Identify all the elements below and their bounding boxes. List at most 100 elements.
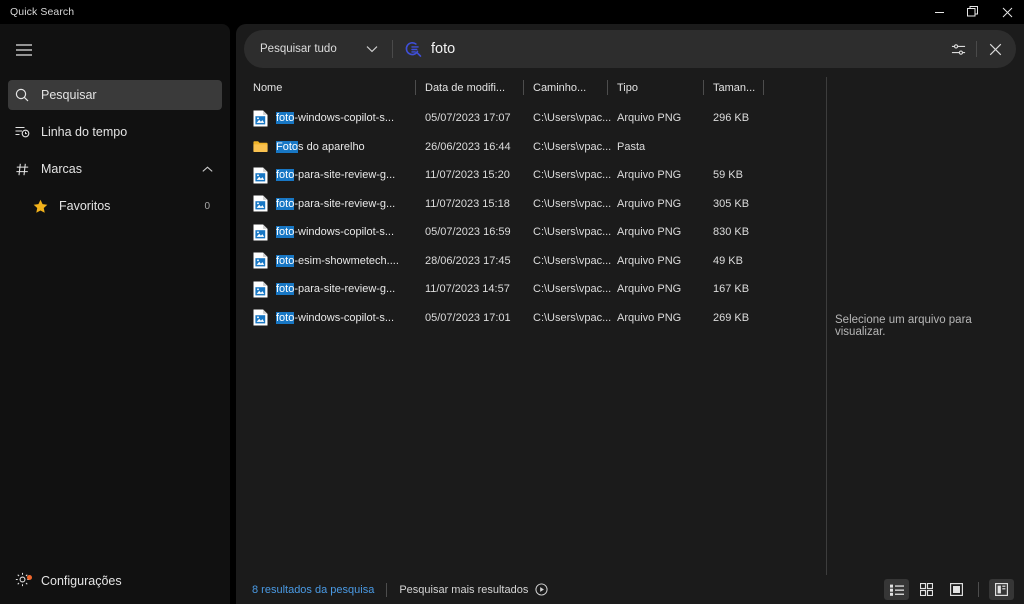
column-header-data[interactable]: Data de modifi...	[416, 77, 524, 98]
folder-icon	[253, 138, 268, 155]
sidebar-item-favoritos[interactable]: Favoritos 0	[8, 191, 222, 221]
close-button[interactable]	[990, 0, 1024, 24]
cell-caminho: C:\Users\vpac...	[524, 226, 608, 238]
image-file-icon	[253, 224, 268, 241]
minimize-button[interactable]	[922, 0, 956, 24]
cell-nome: foto-windows-copilot-s...	[244, 309, 416, 326]
cell-tipo: Arquivo PNG	[608, 226, 704, 238]
file-name: foto-para-site-review-g...	[276, 283, 395, 295]
cell-tipo: Arquivo PNG	[608, 169, 704, 181]
search-scope-dropdown[interactable]: Pesquisar tudo	[244, 30, 392, 68]
cell-nome: Fotos do aparelho	[244, 138, 416, 155]
cell-tamanho: 830 KB	[704, 226, 764, 238]
table-row[interactable]: foto-para-site-review-g...11/07/2023 15:…	[244, 161, 816, 190]
preview-pane-view-button[interactable]	[989, 579, 1014, 600]
divider	[978, 582, 979, 597]
preview-pane: Selecione um arquivo para visualizar.	[835, 77, 1016, 575]
result-count: 8 resultados da pesquisa	[252, 584, 374, 596]
table-row[interactable]: foto-windows-copilot-s... 05/07/2023 17:0…	[244, 104, 816, 133]
sidebar-item-pesquisar[interactable]: Pesquisar	[8, 80, 222, 110]
sidebar-footer: Configurações	[0, 566, 230, 604]
file-name: foto-windows-copilot-s...	[276, 312, 394, 324]
details-view-button[interactable]	[884, 579, 909, 600]
cell-nome: foto-esim-showmetech....	[244, 252, 416, 269]
image-file-icon	[253, 110, 268, 127]
chevron-down-icon[interactable]	[366, 45, 378, 53]
search-more-results-button[interactable]: Pesquisar mais resultados	[399, 583, 548, 596]
column-header-caminho[interactable]: Caminho...	[524, 77, 608, 98]
favoritos-count: 0	[204, 201, 210, 212]
cell-nome: foto-para-site-review-g...	[244, 195, 416, 212]
cell-data-modificacao: 28/06/2023 17:45	[416, 255, 524, 267]
column-header-tipo[interactable]: Tipo	[608, 77, 704, 98]
cell-data-modificacao: 11/07/2023 14:57	[416, 283, 524, 295]
cell-tipo: Pasta	[608, 141, 704, 153]
table-row[interactable]: Fotos do aparelho26/06/2023 16:44C:\User…	[244, 133, 816, 162]
column-header-spacer	[764, 77, 806, 98]
divider	[386, 583, 387, 597]
content-view-button[interactable]	[944, 579, 969, 600]
main-panel: Pesquisar tudo foto	[236, 24, 1024, 604]
close-icon[interactable]	[980, 34, 1010, 64]
search-match-highlight: foto	[276, 198, 294, 210]
sidebar-item-marcas[interactable]: Marcas	[8, 154, 222, 184]
cell-data-modificacao: 11/07/2023 15:18	[416, 198, 524, 210]
column-header-tamanho[interactable]: Taman...	[704, 77, 764, 98]
search-more-results-label: Pesquisar mais resultados	[399, 584, 528, 596]
image-file-icon	[253, 309, 268, 326]
divider	[392, 40, 393, 58]
cell-data-modificacao: 11/07/2023 15:20	[416, 169, 524, 181]
hamburger-icon[interactable]	[7, 33, 41, 67]
table-row[interactable]: foto-windows-copilot-s...05/07/2023 17:0…	[244, 304, 816, 333]
search-bar: Pesquisar tudo foto	[244, 30, 1016, 68]
grid-view-button[interactable]	[914, 579, 939, 600]
search-match-highlight: Foto	[276, 141, 298, 153]
filter-sliders-icon[interactable]	[943, 34, 973, 64]
sidebar-item-label: Pesquisar	[41, 88, 97, 102]
chevron-up-icon[interactable]	[202, 166, 213, 173]
content-area: Nome Data de modifi... Caminho... Tipo T…	[236, 68, 1024, 575]
image-file-icon	[253, 195, 268, 212]
cell-caminho: C:\Users\vpac...	[524, 255, 608, 267]
file-name: foto-windows-copilot-s...	[276, 226, 394, 238]
cell-data-modificacao: 26/06/2023 16:44	[416, 141, 524, 153]
table-row[interactable]: foto-esim-showmetech....28/06/2023 17:45…	[244, 247, 816, 276]
divider	[976, 41, 977, 57]
table-row[interactable]: foto-windows-copilot-s...05/07/2023 16:5…	[244, 218, 816, 247]
search-match-highlight: foto	[276, 112, 294, 124]
cell-data-modificacao: 05/07/2023 17:07	[416, 112, 524, 124]
file-name: foto-para-site-review-g...	[276, 198, 395, 210]
cell-caminho: C:\Users\vpac...	[524, 169, 608, 181]
cell-tipo: Arquivo PNG	[608, 283, 704, 295]
cell-caminho: C:\Users\vpac...	[524, 198, 608, 210]
star-icon	[26, 199, 54, 214]
cell-tipo: Arquivo PNG	[608, 198, 704, 210]
cell-nome: foto-para-site-review-g...	[244, 281, 416, 298]
sidebar: Pesquisar Linha do tempo Marcas	[0, 24, 230, 604]
search-match-highlight: foto	[276, 283, 294, 295]
restore-button[interactable]	[956, 0, 990, 24]
image-file-icon	[253, 167, 268, 184]
cell-tamanho: 296 KB	[704, 112, 764, 124]
cell-nome: foto-windows-copilot-s...	[244, 110, 416, 127]
timeline-icon	[8, 125, 36, 139]
status-bar: 8 resultados da pesquisa Pesquisar mais …	[236, 575, 1024, 604]
search-list-icon	[405, 41, 422, 58]
table-row[interactable]: foto-para-site-review-g... 11/07/2023 15:…	[244, 190, 816, 219]
settings-label: Configurações	[41, 574, 122, 588]
table-row[interactable]: foto-para-site-review-g... 11/07/2023 14:…	[244, 275, 816, 304]
sidebar-item-linha-do-tempo[interactable]: Linha do tempo	[8, 117, 222, 147]
sidebar-item-label: Marcas	[41, 162, 82, 176]
results-table: Nome Data de modifi... Caminho... Tipo T…	[244, 77, 816, 575]
file-name: foto-windows-copilot-s...	[276, 112, 394, 124]
pane-splitter[interactable]	[826, 77, 827, 575]
image-file-icon	[253, 252, 268, 269]
cell-tamanho: 269 KB	[704, 312, 764, 324]
cell-tipo: Arquivo PNG	[608, 312, 704, 324]
column-header-nome[interactable]: Nome	[244, 77, 416, 98]
search-scope-label: Pesquisar tudo	[260, 43, 337, 55]
search-match-highlight: foto	[276, 226, 294, 238]
sidebar-item-configuracoes[interactable]: Configurações	[8, 566, 222, 596]
search-input[interactable]: foto	[431, 41, 455, 57]
settings-notification-badge	[27, 575, 32, 580]
